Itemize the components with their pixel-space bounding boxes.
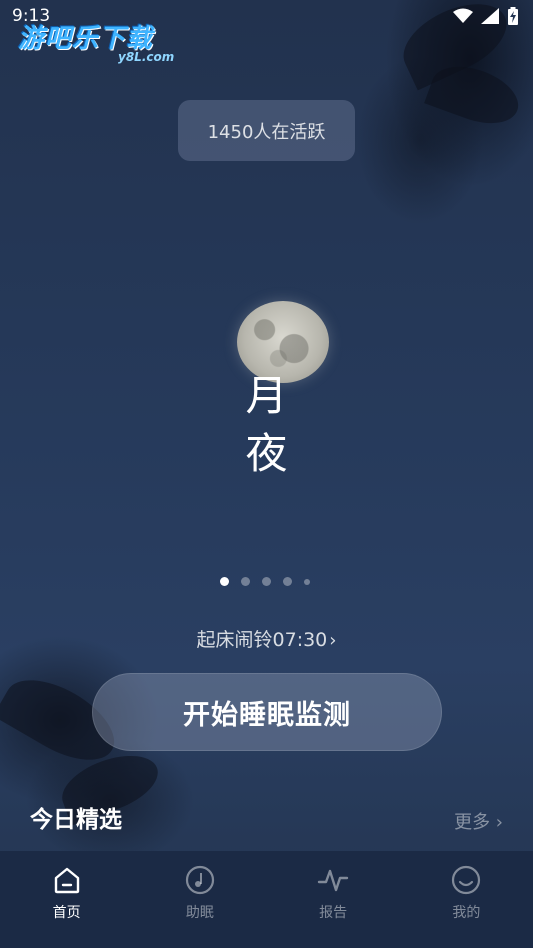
more-link[interactable]: 更多 › <box>454 808 503 834</box>
nav-item-profile[interactable]: 我的 <box>400 851 533 948</box>
page-dot[interactable] <box>262 577 271 586</box>
start-sleep-monitor-label: 开始睡眠监测 <box>183 699 351 731</box>
page-dot[interactable] <box>220 577 229 586</box>
status-icons <box>453 7 519 25</box>
page-dot[interactable] <box>283 577 292 586</box>
music-note-icon <box>183 863 217 897</box>
wifi-icon <box>453 8 473 23</box>
scene-title-line-1: 月 <box>245 371 288 420</box>
wake-alarm-link[interactable]: 起床闹铃07:30 › <box>0 625 533 652</box>
bottom-navigation: 首页 助眠 报告 我的 <box>0 851 533 948</box>
active-users-text: 1450人在活跃 <box>207 121 326 143</box>
nav-label-profile: 我的 <box>452 905 481 921</box>
today-picks-title: 今日精选 <box>30 807 122 833</box>
home-icon <box>50 863 84 897</box>
watermark-logo: 游吧乐下载 y8L.com <box>18 18 188 68</box>
nav-label-report: 报告 <box>319 905 348 921</box>
watermark-sub-text: y8L.com <box>118 50 175 64</box>
chevron-right-icon: › <box>329 630 337 651</box>
pulse-icon <box>316 863 350 897</box>
page-dot[interactable] <box>241 577 250 586</box>
smiley-icon <box>449 863 483 897</box>
signal-icon <box>481 8 499 24</box>
nav-label-home: 首页 <box>52 905 81 921</box>
nav-item-home[interactable]: 首页 <box>0 851 133 948</box>
active-users-badge: 1450人在活跃 <box>178 100 355 161</box>
page-dot[interactable] <box>304 578 310 585</box>
start-sleep-monitor-button[interactable]: 开始睡眠监测 <box>92 673 442 751</box>
nav-item-report[interactable]: 报告 <box>267 851 400 948</box>
wake-alarm-label: 起床闹铃07:30 <box>196 629 328 651</box>
scene-page-indicator[interactable] <box>220 577 310 586</box>
nav-label-sleep-aid: 助眠 <box>185 905 214 921</box>
battery-icon <box>508 7 518 25</box>
nav-item-sleep-aid[interactable]: 助眠 <box>133 851 266 948</box>
more-link-label: 更多 <box>454 812 491 833</box>
scene-title-line-2: 夜 <box>245 429 288 478</box>
chevron-right-icon: › <box>490 812 503 833</box>
